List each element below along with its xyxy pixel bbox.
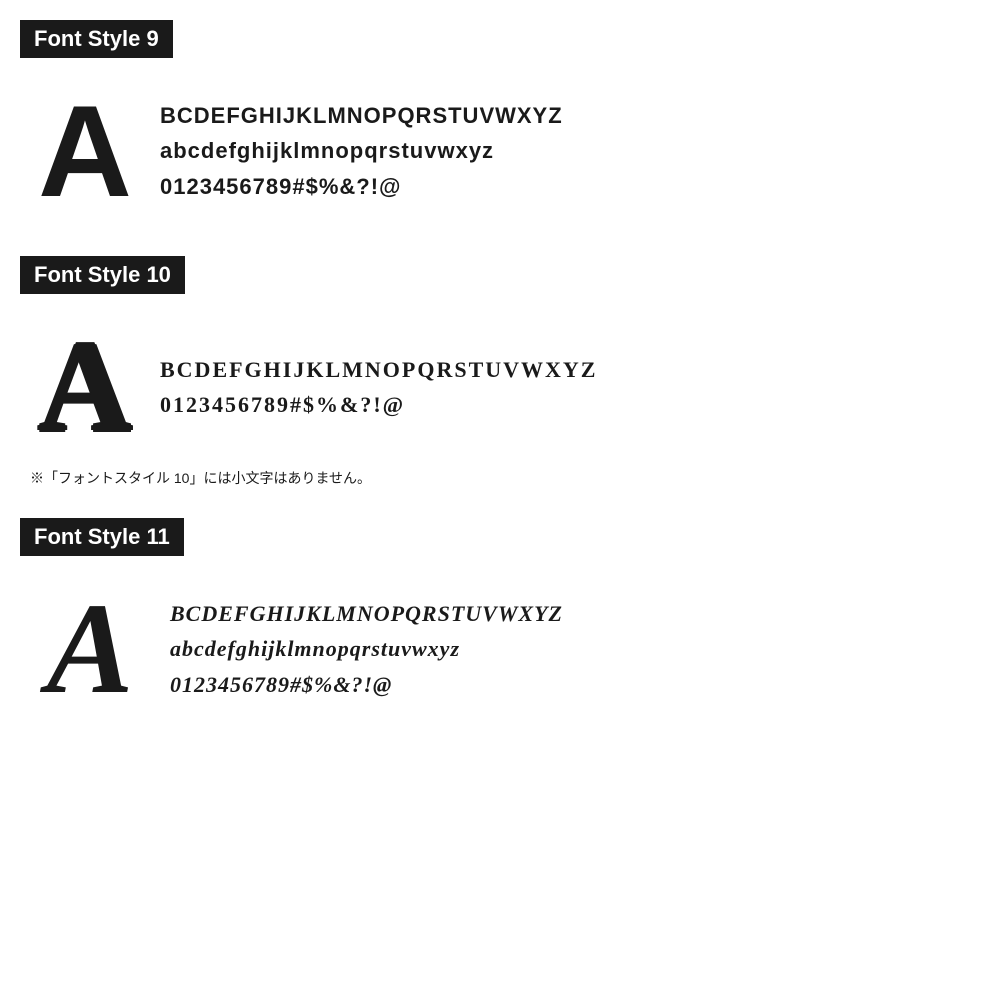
font-style-11-demo: A BCDEFGHIJKLMNOPQRSTUVWXYZ abcdefghijkl…: [20, 574, 980, 724]
font-style-10-demo: A BCDEFGHIJKLMNOPQRSTUVWXYZ 0123456789#$…: [20, 312, 980, 462]
font-style-11-big-letter: A: [30, 584, 150, 714]
font-style-11-line-1: BCDEFGHIJKLMNOPQRSTUVWXYZ: [170, 596, 563, 631]
font-style-11-line-2: abcdefghijklmnopqrstuvwxyz: [170, 631, 563, 666]
font-style-10-title: Font Style 10: [20, 256, 185, 294]
font-style-9-line-3: 0123456789#$%&?!@: [160, 169, 563, 204]
font-style-9-line-1: BCDEFGHIJKLMNOPQRSTUVWXYZ: [160, 98, 563, 133]
font-style-11-chars: BCDEFGHIJKLMNOPQRSTUVWXYZ abcdefghijklmn…: [170, 596, 563, 702]
font-style-11-line-3: 0123456789#$%&?!@: [170, 667, 563, 702]
page-container: Font Style 9 A BCDEFGHIJKLMNOPQRSTUVWXYZ…: [0, 0, 1000, 1000]
font-style-10-line-2: 0123456789#$%&?!@: [160, 387, 597, 422]
font-style-10-line-1: BCDEFGHIJKLMNOPQRSTUVWXYZ: [160, 352, 597, 387]
font-style-9-big-letter: A: [30, 86, 140, 216]
font-style-10-section: Font Style 10 A BCDEFGHIJKLMNOPQRSTUVWXY…: [20, 256, 980, 488]
font-style-9-section: Font Style 9 A BCDEFGHIJKLMNOPQRSTUVWXYZ…: [20, 20, 980, 226]
font-style-9-chars: BCDEFGHIJKLMNOPQRSTUVWXYZ abcdefghijklmn…: [160, 98, 563, 204]
font-style-10-note: ※「フォントスタイル 10」には小文字はありません。: [20, 468, 980, 488]
font-style-10-chars: BCDEFGHIJKLMNOPQRSTUVWXYZ 0123456789#$%&…: [160, 352, 597, 422]
font-style-9-line-2: abcdefghijklmnopqrstuvwxyz: [160, 133, 563, 168]
font-style-11-title: Font Style 11: [20, 518, 184, 556]
font-style-11-section: Font Style 11 A BCDEFGHIJKLMNOPQRSTUVWXY…: [20, 518, 980, 724]
font-style-9-title: Font Style 9: [20, 20, 173, 58]
font-style-9-demo: A BCDEFGHIJKLMNOPQRSTUVWXYZ abcdefghijkl…: [20, 76, 980, 226]
font-style-10-big-letter: A: [30, 322, 140, 452]
